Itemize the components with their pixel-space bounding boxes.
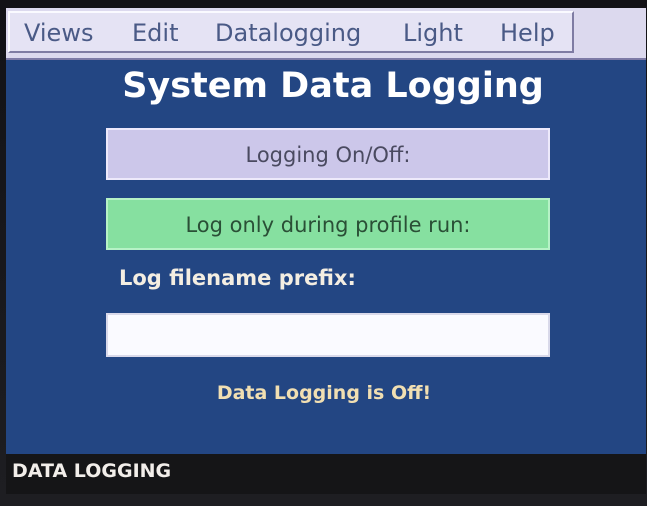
menu-views[interactable]: Views xyxy=(24,17,93,49)
logging-status-text: Data Logging is Off! xyxy=(216,382,432,404)
page-title: System Data Logging xyxy=(122,66,544,106)
menu-light[interactable]: Light xyxy=(403,17,463,49)
filename-prefix-label: Log filename prefix: xyxy=(119,266,356,290)
logging-toggle-button[interactable]: Logging On/Off: xyxy=(106,128,550,180)
status-bar: DATA LOGGING xyxy=(6,454,646,494)
menu-bar: Views Edit Datalogging Light Help xyxy=(6,8,646,60)
menu-edit[interactable]: Edit xyxy=(132,17,178,49)
profile-run-button[interactable]: Log only during profile run: xyxy=(106,198,550,250)
touch-screen: Views Edit Datalogging Light Help System… xyxy=(6,8,646,494)
menu-datalogging[interactable]: Datalogging xyxy=(215,17,361,49)
menu-group: Views Edit Datalogging Light Help xyxy=(8,11,574,53)
status-bar-label: DATA LOGGING xyxy=(12,460,172,482)
filename-prefix-input[interactable] xyxy=(106,313,550,357)
menu-help[interactable]: Help xyxy=(500,17,555,49)
